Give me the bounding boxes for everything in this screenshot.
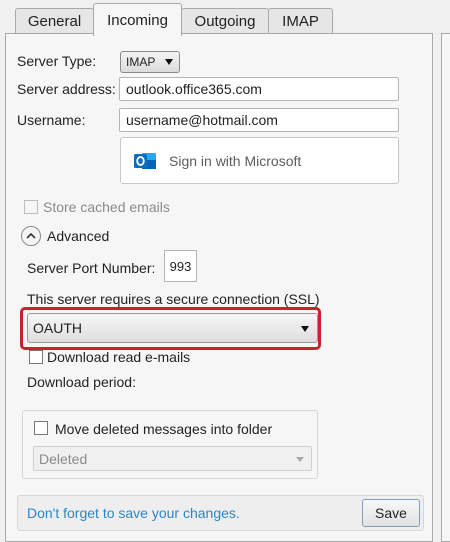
username-input[interactable]: username@hotmail.com — [119, 108, 399, 132]
side-panel-edge — [441, 33, 450, 542]
port-input[interactable]: 993 — [164, 250, 197, 282]
dropdown-arrow-icon — [165, 59, 173, 65]
server-address-input[interactable]: outlook.office365.com — [119, 77, 399, 101]
server-type-label: Server Type: — [17, 53, 97, 69]
move-deleted-checkbox[interactable] — [34, 421, 48, 435]
store-cached-checkbox[interactable] — [24, 200, 38, 214]
sign-in-microsoft-button[interactable]: Sign in with Microsoft — [120, 137, 399, 184]
tab-outgoing[interactable]: Outgoing — [181, 8, 269, 34]
ssl-select[interactable]: OAUTH — [27, 313, 318, 343]
ssl-value: OAUTH — [33, 320, 82, 336]
port-label: Server Port Number: — [27, 260, 156, 276]
tab-general[interactable]: General — [15, 8, 94, 34]
deleted-folder-select[interactable]: Deleted — [33, 446, 312, 471]
ssl-label: This server requires a secure connection… — [27, 291, 320, 307]
advanced-label: Advanced — [47, 228, 110, 244]
server-type-value: IMAP — [126, 55, 156, 69]
save-button[interactable]: Save — [362, 499, 420, 527]
advanced-toggle[interactable] — [21, 226, 41, 246]
store-cached-label: Store cached emails — [43, 199, 170, 215]
move-deleted-label: Move deleted messages into folder — [55, 421, 273, 437]
download-read-checkbox[interactable] — [29, 350, 43, 364]
server-type-select[interactable]: IMAP — [120, 51, 180, 73]
dropdown-arrow-icon — [301, 326, 309, 332]
chevron-up-icon — [26, 232, 36, 239]
server-address-label: Server address: — [17, 81, 116, 97]
tab-imap[interactable]: IMAP — [268, 8, 333, 34]
tab-incoming[interactable]: Incoming — [93, 3, 182, 36]
username-label: Username: — [17, 112, 86, 128]
download-read-label: Download read e-mails — [47, 349, 191, 365]
deleted-folder-value: Deleted — [39, 450, 88, 467]
sign-in-label: Sign in with Microsoft — [169, 152, 302, 169]
download-period-label: Download period: — [27, 374, 136, 390]
save-reminder: Don't forget to save your changes. — [27, 505, 240, 521]
outlook-icon — [134, 153, 156, 169]
dropdown-arrow-icon — [296, 457, 304, 462]
